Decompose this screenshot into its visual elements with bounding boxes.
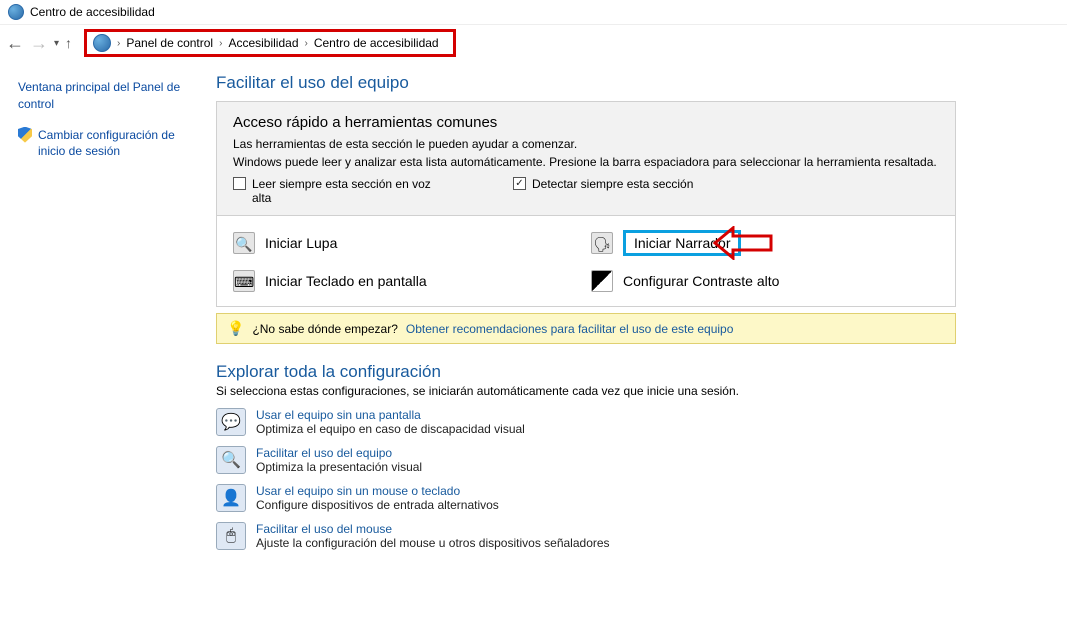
keyboard-icon xyxy=(233,270,255,292)
option-icon: 🔍 xyxy=(216,446,246,474)
panel-title: Acceso rápido a herramientas comunes xyxy=(233,114,939,131)
window-title: Centro de accesibilidad xyxy=(30,5,155,19)
nav-up-icon[interactable]: ↑ xyxy=(65,35,72,51)
explore-link[interactable]: Usar el equipo sin una pantalla xyxy=(256,408,525,422)
chevron-right-icon: › xyxy=(117,38,120,49)
explore-sub: Si selecciona estas configuraciones, se … xyxy=(216,384,956,398)
checkbox-detect-label: Detectar siempre esta sección xyxy=(532,177,693,205)
help-question: ¿No sabe dónde empezar? xyxy=(252,322,397,336)
shield-icon xyxy=(18,127,32,143)
lightbulb-icon: 💡 xyxy=(227,320,244,337)
breadcrumb[interactable]: › Panel de control › Accesibilidad › Cen… xyxy=(84,29,456,57)
explore-title: Explorar toda la configuración xyxy=(216,362,956,382)
tools-panel: Iniciar Lupa Iniciar Narrador Iniciar Te… xyxy=(216,216,956,307)
checkbox-checked-icon: ✓ xyxy=(513,177,526,190)
breadcrumb-icon xyxy=(93,34,111,52)
option-icon: 👤 xyxy=(216,484,246,512)
chevron-right-icon: › xyxy=(305,38,308,49)
magnifier-icon xyxy=(233,232,255,254)
crumb-panel[interactable]: Panel de control xyxy=(126,36,213,50)
nav-history-icon[interactable]: ▾ xyxy=(54,38,59,49)
navbar: ← → ▾ ↑ › Panel de control › Accesibilid… xyxy=(0,25,1067,61)
tool-contraste[interactable]: Configurar Contraste alto xyxy=(591,270,939,292)
main: Facilitar el uso del equipo Acceso rápid… xyxy=(216,73,956,560)
checkbox-icon xyxy=(233,177,246,190)
help-link[interactable]: Obtener recomendaciones para facilitar e… xyxy=(406,322,734,336)
narrator-icon xyxy=(591,232,613,254)
explore-item[interactable]: 🔍 Facilitar el uso del equipo Optimiza l… xyxy=(216,446,956,474)
tool-narrador-label: Iniciar Narrador xyxy=(634,235,730,251)
explore-item[interactable]: 👤 Usar el equipo sin un mouse o teclado … xyxy=(216,484,956,512)
checkbox-detect[interactable]: ✓ Detectar siempre esta sección xyxy=(513,177,693,205)
tool-lupa-label: Iniciar Lupa xyxy=(265,235,337,251)
app-icon xyxy=(8,4,24,20)
explore-link[interactable]: Usar el equipo sin un mouse o teclado xyxy=(256,484,499,498)
sidebar-link-login[interactable]: Cambiar configuración de inicio de sesió… xyxy=(18,127,198,161)
nav-forward-icon[interactable]: → xyxy=(30,33,48,54)
sidebar-link-login-label: Cambiar configuración de inicio de sesió… xyxy=(38,127,198,161)
explore-desc: Ajuste la configuración del mouse u otro… xyxy=(256,536,610,550)
option-icon: 💬 xyxy=(216,408,246,436)
explore-desc: Optimiza la presentación visual xyxy=(256,460,422,474)
chevron-right-icon: › xyxy=(219,38,222,49)
crumb-accesibilidad[interactable]: Accesibilidad xyxy=(228,36,298,50)
page-title: Facilitar el uso del equipo xyxy=(216,73,956,93)
explore-link[interactable]: Facilitar el uso del equipo xyxy=(256,446,422,460)
explore-desc: Configure dispositivos de entrada altern… xyxy=(256,498,499,512)
explore-link[interactable]: Facilitar el uso del mouse xyxy=(256,522,610,536)
tool-teclado[interactable]: Iniciar Teclado en pantalla xyxy=(233,270,581,292)
help-bar: 💡 ¿No sabe dónde empezar? Obtener recome… xyxy=(216,313,956,344)
explore-item[interactable]: 🖱 Facilitar el uso del mouse Ajuste la c… xyxy=(216,522,956,550)
tool-teclado-label: Iniciar Teclado en pantalla xyxy=(265,273,427,289)
nav-back-icon[interactable]: ← xyxy=(6,33,24,54)
tool-narrador[interactable]: Iniciar Narrador xyxy=(591,230,939,256)
tool-contraste-label: Configurar Contraste alto xyxy=(623,273,779,289)
sidebar-link-main[interactable]: Ventana principal del Panel de control xyxy=(18,79,198,113)
checkbox-read-label: Leer siempre esta sección en voz alta xyxy=(252,177,453,205)
titlebar: Centro de accesibilidad xyxy=(0,0,1067,25)
highlight-narrador: Iniciar Narrador xyxy=(623,230,741,256)
checkbox-read-aloud[interactable]: Leer siempre esta sección en voz alta xyxy=(233,177,453,205)
panel-desc1: Las herramientas de esta sección le pued… xyxy=(233,137,939,151)
sidebar: Ventana principal del Panel de control C… xyxy=(18,73,198,560)
quick-access-panel: Acceso rápido a herramientas comunes Las… xyxy=(216,101,956,216)
tool-lupa[interactable]: Iniciar Lupa xyxy=(233,230,581,256)
panel-desc2: Windows puede leer y analizar esta lista… xyxy=(233,155,939,169)
explore-section: Explorar toda la configuración Si selecc… xyxy=(216,362,956,550)
explore-desc: Optimiza el equipo en caso de discapacid… xyxy=(256,422,525,436)
contrast-icon xyxy=(591,270,613,292)
option-icon: 🖱 xyxy=(216,522,246,550)
explore-item[interactable]: 💬 Usar el equipo sin una pantalla Optimi… xyxy=(216,408,956,436)
crumb-centro[interactable]: Centro de accesibilidad xyxy=(314,36,439,50)
